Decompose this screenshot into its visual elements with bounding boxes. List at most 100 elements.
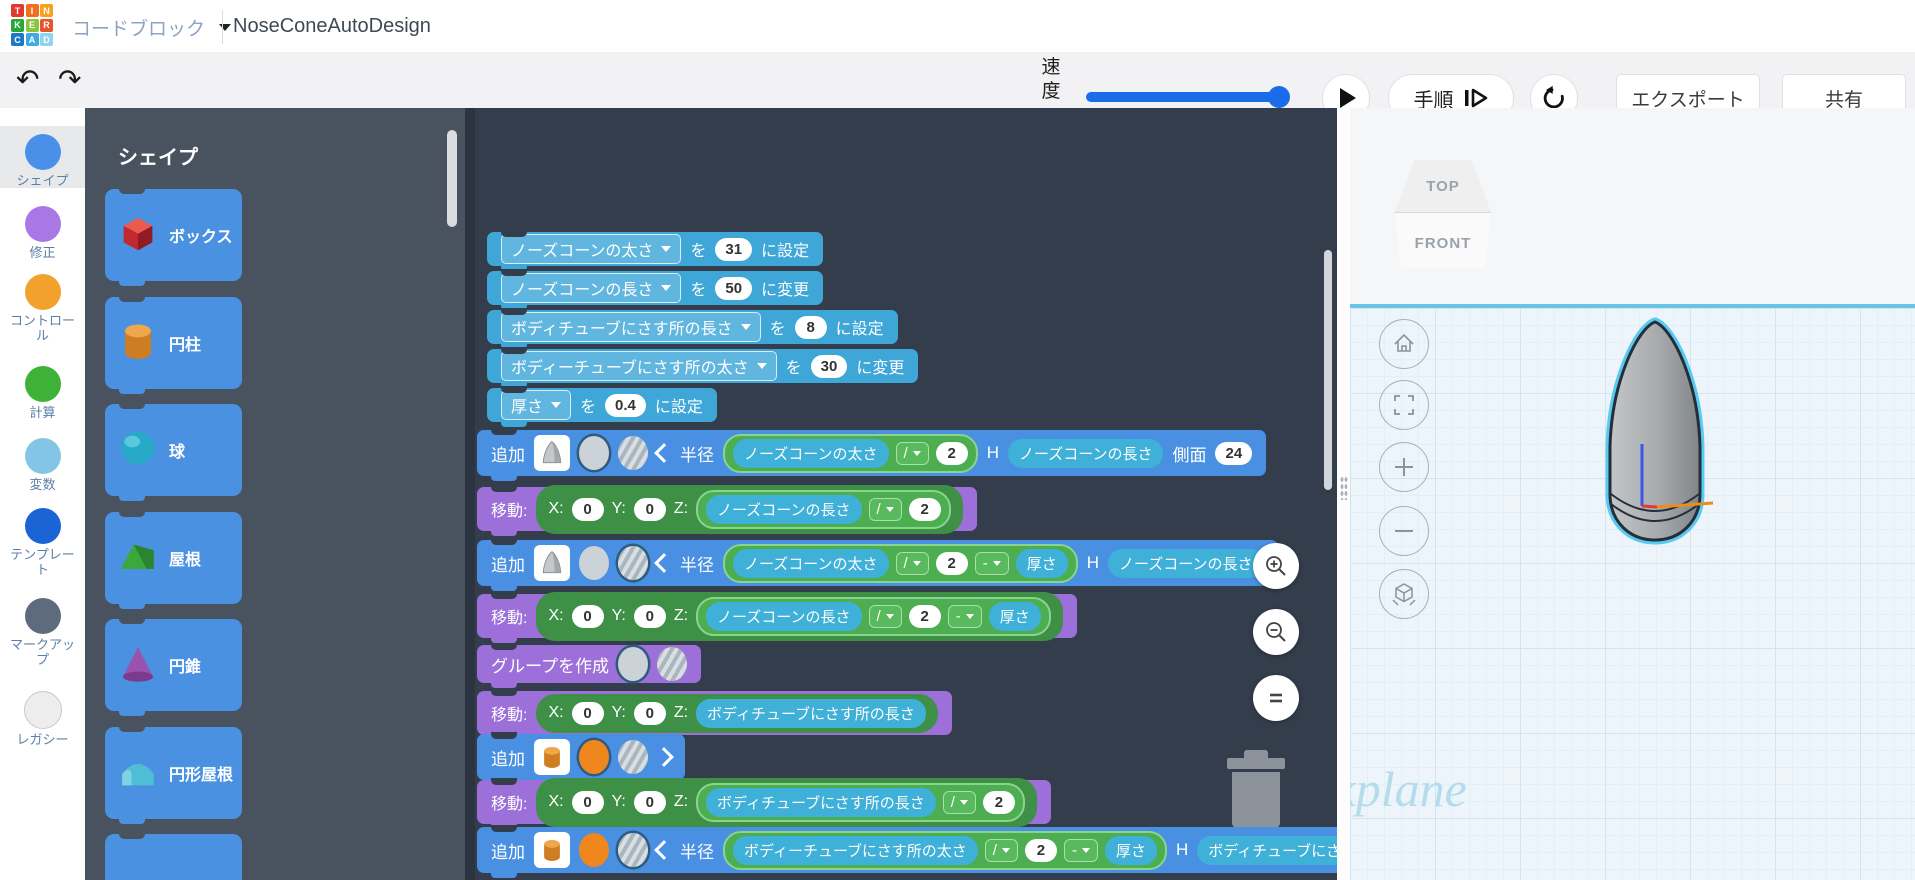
- number-input[interactable]: 2: [908, 497, 941, 521]
- sidebar-item-3[interactable]: 計算: [0, 358, 85, 420]
- set-variable-block[interactable]: ボディーチューブにさす所の太さ を 30 に変更: [487, 347, 919, 388]
- value-input[interactable]: 50: [715, 276, 753, 300]
- set-variable-block[interactable]: ノーズコーンの長さ を 50 に変更: [487, 269, 824, 310]
- operator-select[interactable]: /: [984, 838, 1018, 862]
- move-block[interactable]: 移動: X: 0 Y: 0 Z: ボディチューブにさす所の長さ: [477, 689, 952, 740]
- code-canvas[interactable]: ノーズコーンの太さを 31 に設定 ノーズコーンの長さを 50 に変更 ボディチューブにさす…: [475, 108, 1337, 880]
- variable-dropdown[interactable]: ノーズコーンの太さ: [501, 234, 682, 264]
- set-variable-block[interactable]: ノーズコーンの太さ を 31 に設定: [487, 230, 824, 271]
- variable-pill[interactable]: ノーズコーンの長さ: [1007, 438, 1164, 468]
- set-variable-block[interactable]: ボディチューブにさす所の長さ を 8 に設定: [487, 308, 898, 349]
- number-input[interactable]: 24: [1215, 441, 1253, 465]
- view-cube-front-face[interactable]: FRONT: [1395, 212, 1491, 269]
- x-input[interactable]: 0: [571, 604, 604, 628]
- shape-picker[interactable]: [534, 435, 570, 471]
- variable-pill[interactable]: 厚さ: [1015, 548, 1068, 578]
- redo-icon[interactable]: ↷: [58, 60, 81, 100]
- palette-block-円錐[interactable]: 円錐: [105, 617, 242, 716]
- variable-pill[interactable]: ノーズコーンの長さ: [1107, 548, 1264, 578]
- palette-block-球[interactable]: 球: [105, 402, 242, 501]
- canvas-zoom-in-button[interactable]: [1253, 543, 1299, 589]
- operator-block[interactable]: ノーズコーンの長さ / 2- 厚さ: [696, 596, 1051, 636]
- sidebar-item-6[interactable]: マークアップ: [0, 590, 85, 667]
- hole-material-swatch[interactable]: [618, 740, 648, 774]
- y-input[interactable]: 0: [633, 497, 666, 521]
- xyz-vector-block[interactable]: X: 0 Y: 0 Z: ボディチューブにさす所の長さ / 2: [536, 777, 1037, 827]
- palette-block-屋根[interactable]: 屋根: [105, 510, 242, 609]
- palette-block-円柱[interactable]: 円柱: [105, 295, 242, 394]
- hole-material-swatch[interactable]: [656, 647, 687, 681]
- variable-pill[interactable]: ボディチューブにさす所の長さ: [706, 787, 936, 817]
- xyz-vector-block[interactable]: X: 0 Y: 0 Z: ノーズコーンの長さ / 2: [536, 484, 963, 534]
- viewport-zoom-in-button[interactable]: [1379, 442, 1429, 492]
- variable-dropdown[interactable]: ボディーチューブにさす所の太さ: [501, 351, 777, 381]
- operator-select[interactable]: /: [868, 604, 902, 628]
- home-view-button[interactable]: [1379, 319, 1429, 369]
- shape-picker[interactable]: [534, 832, 570, 868]
- color-material-swatch[interactable]: [579, 833, 609, 867]
- palette-scrollbar[interactable]: [447, 130, 457, 227]
- value-input[interactable]: 0.4: [605, 393, 646, 417]
- canvas-zoom-out-button[interactable]: [1253, 609, 1299, 655]
- operator-select[interactable]: -: [974, 551, 1009, 575]
- sidebar-item-2[interactable]: コントロール: [0, 266, 85, 343]
- hole-material-swatch[interactable]: [618, 546, 648, 580]
- view-cube[interactable]: TOP FRONT: [1395, 160, 1491, 273]
- value-input[interactable]: 8: [794, 315, 827, 339]
- hole-material-swatch[interactable]: [618, 833, 648, 867]
- shape-picker[interactable]: [534, 545, 570, 581]
- x-input[interactable]: 0: [571, 790, 604, 814]
- number-input[interactable]: 2: [1024, 838, 1057, 862]
- collapse-icon[interactable]: [654, 553, 674, 573]
- color-material-swatch[interactable]: [579, 546, 609, 580]
- variable-pill[interactable]: ノーズコーンの長さ: [706, 601, 862, 631]
- operator-block[interactable]: ノーズコーンの太さ / 2: [723, 433, 978, 473]
- doc-title[interactable]: NoseConeAutoDesign: [233, 15, 431, 38]
- y-input[interactable]: 0: [633, 790, 666, 814]
- variable-pill[interactable]: ノーズコーンの太さ: [733, 438, 889, 468]
- create-group-block[interactable]: グループを作成: [477, 643, 701, 688]
- variable-pill[interactable]: ボディーチューブにさす所の太さ: [733, 835, 978, 865]
- operator-select[interactable]: -: [1063, 838, 1098, 862]
- color-material-swatch[interactable]: [617, 647, 648, 681]
- variable-pill[interactable]: ノーズコーンの長さ: [706, 494, 862, 524]
- number-input[interactable]: 2: [908, 604, 941, 628]
- variable-pill[interactable]: 厚さ: [988, 601, 1041, 631]
- number-input[interactable]: 2: [935, 551, 968, 575]
- variable-pill[interactable]: 厚さ: [1104, 835, 1157, 865]
- tinkercad-logo[interactable]: TIN KER CAD: [11, 4, 55, 48]
- expand-icon[interactable]: [654, 747, 674, 767]
- operator-select[interactable]: /: [895, 441, 929, 465]
- color-material-swatch[interactable]: [579, 436, 609, 470]
- operator-block[interactable]: ノーズコーンの太さ / 2- 厚さ: [723, 543, 1078, 583]
- projection-toggle-button[interactable]: [1379, 569, 1429, 619]
- value-input[interactable]: 31: [715, 237, 753, 261]
- y-input[interactable]: 0: [633, 701, 666, 725]
- variable-pill[interactable]: ノーズコーンの太さ: [733, 548, 889, 578]
- variable-pill[interactable]: ボディチューブにさす所の長さ: [696, 698, 926, 728]
- xyz-vector-block[interactable]: X: 0 Y: 0 Z: ボディチューブにさす所の長さ: [536, 693, 938, 733]
- operator-select[interactable]: /: [895, 551, 929, 575]
- palette-block-円形屋根[interactable]: 円形屋根: [105, 725, 242, 824]
- move-block[interactable]: 移動: X: 0 Y: 0 Z: ノーズコーンの長さ / 2- 厚さ: [477, 591, 1077, 643]
- variable-dropdown[interactable]: ノーズコーンの長さ: [501, 273, 682, 303]
- color-material-swatch[interactable]: [579, 740, 609, 774]
- y-input[interactable]: 0: [633, 604, 666, 628]
- sidebar-item-0[interactable]: シェイプ: [0, 126, 85, 188]
- undo-icon[interactable]: ↶: [16, 60, 39, 100]
- operator-select[interactable]: -: [947, 604, 982, 628]
- sidebar-item-1[interactable]: 修正: [0, 198, 85, 260]
- palette-block-partial[interactable]: [105, 832, 242, 880]
- view-cube-top-face[interactable]: TOP: [1395, 160, 1491, 212]
- operator-block[interactable]: ボディーチューブにさす所の太さ / 2- 厚さ: [723, 830, 1167, 870]
- variable-dropdown[interactable]: ボディチューブにさす所の長さ: [501, 312, 761, 342]
- operator-block[interactable]: ボディチューブにさす所の長さ / 2: [696, 782, 1025, 822]
- speed-slider[interactable]: [1086, 92, 1282, 102]
- add-shape-block[interactable]: 追加: [477, 732, 685, 785]
- number-input[interactable]: 2: [982, 790, 1015, 814]
- x-input[interactable]: 0: [571, 497, 604, 521]
- hole-material-swatch[interactable]: [618, 436, 648, 470]
- xyz-vector-block[interactable]: X: 0 Y: 0 Z: ノーズコーンの長さ / 2- 厚さ: [536, 591, 1063, 641]
- set-variable-block[interactable]: 厚さ を 0.4 に設定: [487, 386, 717, 427]
- variable-pill[interactable]: ボディチューブにさす所の長さ: [1197, 835, 1337, 865]
